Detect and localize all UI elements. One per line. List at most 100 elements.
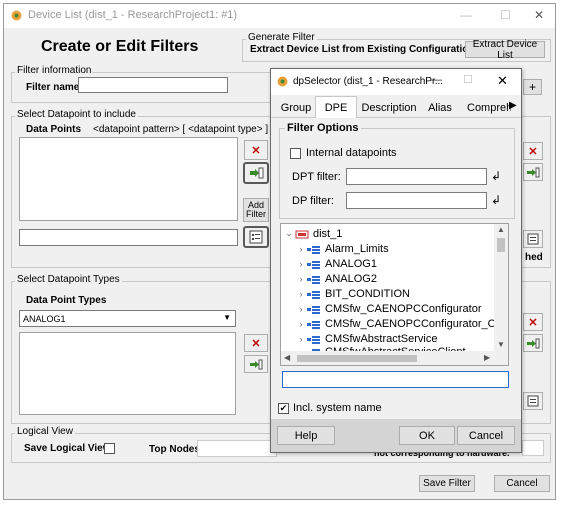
save-logical-view-checkbox[interactable] [104,443,115,454]
right-type-remove-button[interactable]: ✕ [523,313,543,331]
right-remove-button[interactable]: ✕ [523,142,543,160]
expand-icon[interactable]: › [295,274,307,284]
dpt-apply-icon[interactable]: ↲ [491,169,501,183]
generate-filter-text: Extract Device List from Existing Config… [250,44,475,55]
right-partial-input[interactable] [522,440,544,456]
tree-item[interactable]: › CMSfw_CAENOPCConfigurator_OPCS [295,316,509,331]
tree-vscrollbar[interactable]: ▲ ▼ [494,224,508,351]
dialog-maximize-icon[interactable]: ☐ [463,73,473,86]
dpt-filter-input[interactable] [346,168,487,185]
hscroll-thumb[interactable] [297,355,417,362]
expand-icon[interactable]: › [295,259,307,269]
minimize-icon[interactable]: — [460,8,472,22]
dp-tree[interactable]: ⌄ dist_1 › Alarm_Limits › ANALOG1 › ANALOG2… [280,223,509,366]
data-points-header: Data Points [26,124,82,135]
scroll-left-icon[interactable]: ◀ [284,353,290,362]
tree-item-label: Alarm_Limits [325,242,389,255]
dialog-title: dpSelector (dist_1 - ResearchPr... [293,76,444,87]
right-add-button[interactable] [523,163,543,181]
filter-name-input[interactable] [78,77,228,93]
expand-icon[interactable]: › [295,319,307,329]
dialog-cancel-button[interactable]: Cancel [457,426,515,445]
tree-collapse-icon[interactable]: ⌄ [283,228,295,239]
tree-item[interactable]: › Alarm_Limits [295,241,389,256]
scroll-down-icon[interactable]: ▼ [497,340,505,349]
right-add-icon [527,167,540,177]
right-type-selector-button[interactable] [523,392,543,410]
datapoint-selector-button[interactable] [243,226,269,248]
app-icon [10,9,23,22]
checkmark-icon: ✔ [279,403,288,413]
tab-group[interactable]: Group [277,99,315,117]
cancel-button[interactable]: Cancel [494,475,550,492]
help-button[interactable]: Help [277,426,335,445]
add-button[interactable]: + [523,79,542,95]
dialog-minimize-icon[interactable]: — [431,74,442,86]
tree-item[interactable]: › BIT_CONDITION [295,286,410,301]
tree-item-label: CMSfw_CAENOPCConfigurator_OPCS [325,317,509,330]
tree-item-label: BIT_CONDITION [325,287,410,300]
list-selector-icon [249,230,263,244]
filter-options-label: Filter Options [285,122,361,134]
tree-item[interactable]: › CMSfw_CAENOPCConfigurator [295,301,482,316]
tree-item-label: CMSfw_CAENOPCConfigurator [325,302,482,315]
pattern-hint: <datapoint pattern> [ <datapoint type> ] [93,124,269,135]
tab-alias[interactable]: Alias [421,99,459,117]
dp-type-select[interactable]: ANALOG1 ▼ [19,310,236,327]
expand-icon[interactable]: › [295,334,307,344]
vscroll-thumb[interactable] [497,238,505,252]
dp-filter-label: DP filter: [292,195,334,207]
dp-filter-input[interactable] [346,192,487,209]
close-icon[interactable]: ✕ [534,8,544,22]
right-type-add-button[interactable] [523,334,543,352]
dp-type-icon [307,260,321,269]
tree-root-label: dist_1 [313,227,343,240]
dp-types-list[interactable] [19,332,236,415]
generate-filter-label: Generate Filter [246,32,317,43]
extract-device-list-button[interactable]: Extract Device List [465,39,545,61]
save-filter-button[interactable]: Save Filter [419,475,475,492]
ok-button[interactable]: OK [399,426,455,445]
tree-root-row[interactable]: ⌄ dist_1 [283,226,342,241]
add-datapoint-button[interactable] [243,162,269,184]
remove-type-button[interactable]: ✕ [244,334,268,352]
dialog-close-icon[interactable]: ✕ [497,73,508,89]
tree-item[interactable]: › ANALOG2 [295,271,377,286]
right-selector-button[interactable] [523,230,543,248]
add-type-button[interactable] [244,355,268,373]
expand-icon[interactable]: › [295,304,307,314]
data-points-list[interactable] [19,137,238,221]
scroll-right-icon[interactable]: ▶ [484,353,490,362]
right-selector-icon [527,233,539,245]
tab-description[interactable]: Description [359,99,419,117]
tree-item-label: CMSfwAbstractService [325,332,438,345]
dp-type-icon [307,290,321,299]
filter-name-label: Filter name [26,82,80,93]
tree-hscrollbar[interactable]: ◀ ▶ [281,351,508,365]
tab-comprehensive[interactable]: Comprehe [467,99,511,117]
right-partial-text: hed [525,252,543,263]
internal-dp-checkbox[interactable] [290,148,301,159]
expand-icon[interactable]: › [295,244,307,254]
top-nodes-input[interactable] [197,440,277,457]
top-nodes-label: Top Nodes: [149,444,204,455]
dp-search-input[interactable] [282,371,509,388]
dp-type-icon [307,245,321,254]
datapoint-pattern-input[interactable] [19,229,238,246]
tab-scroll-right-icon[interactable]: ▶ [509,100,517,111]
save-logical-view-label: Save Logical View [24,443,111,454]
tree-item[interactable]: › CMSfwAbstractService [295,331,438,346]
incl-system-checkbox[interactable]: ✔ [278,403,289,414]
remove-datapoint-button[interactable]: ✕ [244,140,268,160]
expand-icon[interactable]: › [295,289,307,299]
add-filter-button[interactable]: Add Filter [243,198,269,222]
filter-info-label: Filter information [15,65,94,76]
scroll-up-icon[interactable]: ▲ [497,225,505,234]
tab-dpe[interactable]: DPE [315,96,357,118]
add-to-list-icon [250,167,264,179]
dp-apply-icon[interactable]: ↲ [491,193,501,207]
tree-item[interactable]: › ANALOG1 [295,256,377,271]
maximize-icon[interactable]: ☐ [500,8,511,22]
dialog-title-bar: dpSelector (dist_1 - ResearchPr... — ☐ ✕ [271,69,521,95]
dp-types-group-label: Select Datapoint Types [15,274,122,285]
